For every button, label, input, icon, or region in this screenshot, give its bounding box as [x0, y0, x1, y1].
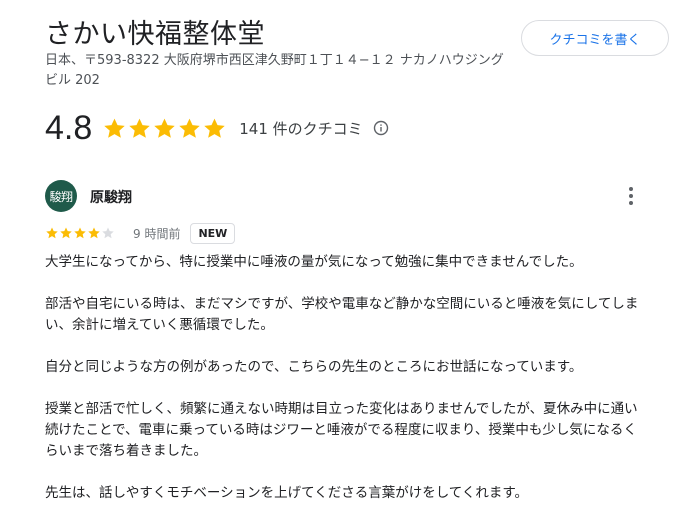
rating-stars — [102, 116, 227, 141]
reviewer-name[interactable]: 原駿翔 — [90, 187, 132, 207]
business-address: 日本、〒593-8322 大阪府堺市西区津久野町１丁１４−１２ ナカノハウジング… — [45, 53, 504, 88]
star-icon — [74, 227, 86, 239]
star-icon — [46, 227, 58, 239]
rating-value: 4.8 — [45, 108, 93, 147]
review-stars — [45, 226, 115, 240]
review-count[interactable]: 141 件のクチコミ — [239, 118, 362, 139]
review-paragraph: 大学生になってから、特に授業中に唾液の量が気になって勉強に集中できませんでした。 — [45, 254, 583, 270]
avatar[interactable]: 駿翔 — [45, 180, 77, 212]
star-icon — [129, 118, 150, 138]
star-icon — [154, 118, 175, 138]
review-time: 9 時間前 — [133, 226, 181, 241]
star-icon — [179, 118, 200, 138]
review-panel: さかい快福整体堂 クチコミを書く 日本、〒593-8322 大阪府堺市西区津久野… — [0, 0, 680, 514]
star-icon — [102, 227, 114, 239]
new-badge: NEW — [190, 222, 236, 244]
write-review-button[interactable]: クチコミを書く — [521, 20, 669, 56]
review-paragraph: 授業と部活で忙しく、頻繁に通えない時期は目立った変化はありませんでしたが、夏休み… — [45, 401, 638, 459]
star-icon — [60, 227, 72, 239]
star-icon — [204, 118, 225, 138]
more-vert-icon[interactable] — [620, 184, 642, 208]
rating-summary: 4.8 141 件のクチコミ — [45, 106, 389, 150]
review-paragraph: 自分と同じような方の例があったので、こちらの先生のところにお世話になっています。 — [45, 359, 583, 375]
info-icon[interactable] — [373, 120, 389, 136]
star-icon — [88, 227, 100, 239]
star-icon — [104, 118, 125, 138]
review-text: 大学生になってから、特に授業中に唾液の量が気になって勉強に集中できませんでした。… — [45, 252, 645, 514]
business-name: さかい快福整体堂 — [45, 19, 265, 50]
review-paragraph: 先生は、話しやすくモチベーションを上げてくださる言葉がけをしてくれます。 — [45, 485, 529, 501]
review-paragraph: 部活や自宅にいる時は、まだマシですが、学校や電車など静かな空間にいると唾液を気に… — [45, 296, 639, 333]
review-meta: 9 時間前 NEW — [45, 222, 236, 244]
